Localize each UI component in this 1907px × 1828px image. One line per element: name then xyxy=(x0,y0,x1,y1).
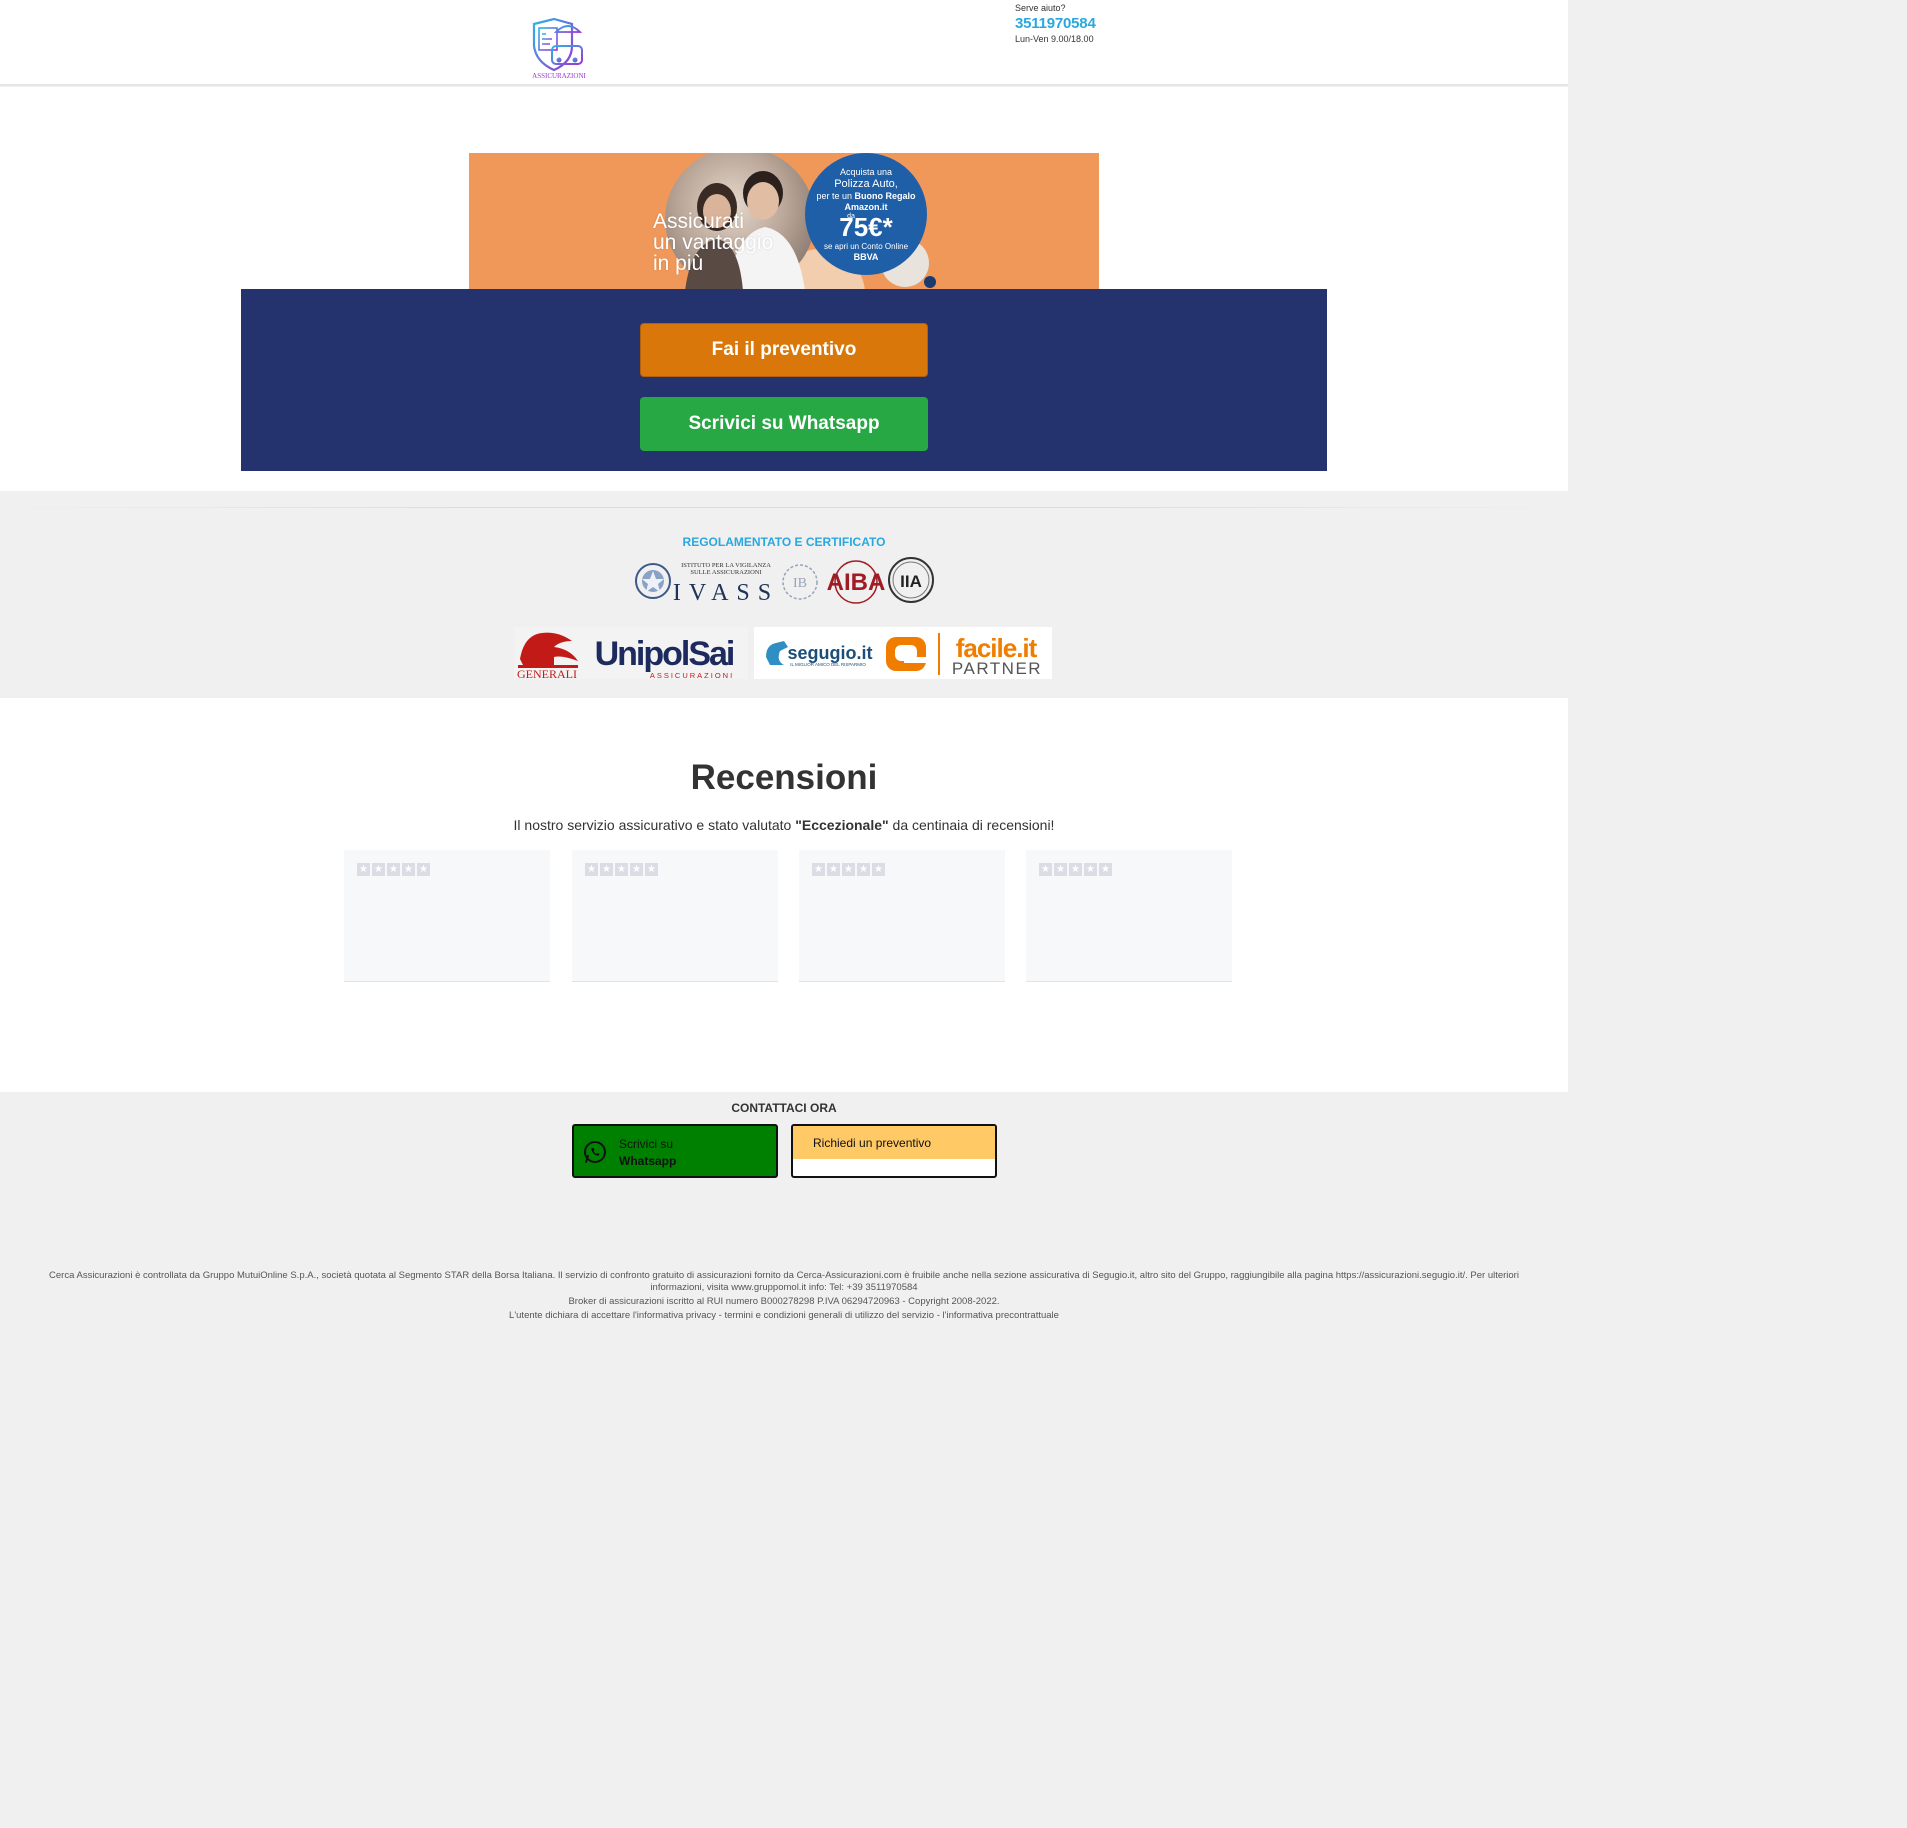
generali-logo-text: GENERALI xyxy=(517,667,577,679)
privacy-link[interactable]: l'informativa privacy xyxy=(633,1310,716,1321)
promo-text: Polizza Auto, xyxy=(834,178,898,190)
site-footer: Cerca Assicurazioni è controllata da Gru… xyxy=(30,1270,1538,1322)
site-header: ASSICURAZIONI Serve aiuto? 3511970584 Lu… xyxy=(0,0,1568,86)
promo-text: se apri un Conto Online xyxy=(823,242,909,251)
certifications-title: REGOLAMENTATO E CERTIFICATO xyxy=(682,535,886,549)
footer-broker-info: Broker di assicurazioni iscritto al RUI … xyxy=(568,1296,1000,1307)
banner-headline-line: un vantaggio xyxy=(653,231,774,254)
promo-text: per te un xyxy=(816,191,852,201)
ivass-sub-1: ISTITUTO PER LA VIGILANZA xyxy=(681,562,771,569)
aiba-logo-text: AIBA xyxy=(827,569,886,596)
banner-headline-line: Assicurati xyxy=(653,210,745,233)
footer-legal: L'utente dichiara di accettare l'informa… xyxy=(30,1310,1538,1322)
bank-seal-icon: IB xyxy=(782,564,818,600)
facile-chat-icon xyxy=(886,637,926,671)
reviews-subtitle-text: da centinaia di recensioni! xyxy=(888,817,1055,833)
reviews-title: Recensioni xyxy=(690,758,878,797)
ivass-emblem-icon xyxy=(635,563,671,599)
contact-whatsapp-line: Whatsapp xyxy=(619,1154,677,1168)
help-phone-link[interactable]: 3511970584 xyxy=(1015,15,1096,32)
terms-link[interactable]: termini e condizioni generali di utilizz… xyxy=(724,1310,934,1321)
banner-headline: Assicurati un vantaggio in più xyxy=(653,211,773,274)
promo-text: Buono Regalo xyxy=(854,191,916,201)
help-contact: Serve aiuto? 3511970584 Lun-Ven 9.00/18.… xyxy=(1015,3,1096,44)
star-rating: ★ ★ ★ ★ ★ xyxy=(812,863,885,876)
promo-banner[interactable]: Assicurati un vantaggio in più Acquista … xyxy=(469,153,1099,289)
iia-logo-text: IIA xyxy=(900,572,922,591)
whatsapp-button[interactable]: Scrivici su Whatsapp xyxy=(640,397,928,451)
segugio-logo-text: segugio.it xyxy=(788,643,873,663)
footer-separator: - xyxy=(934,1310,943,1321)
star-icon: ★ xyxy=(872,863,885,876)
promo-text: Acquista una xyxy=(839,167,893,177)
certification-logos: ISTITUTO PER LA VIGILANZA SULLE ASSICURA… xyxy=(634,556,936,606)
star-icon: ★ xyxy=(1084,863,1097,876)
facile-sub-text: PARTNER xyxy=(952,659,1042,678)
star-icon: ★ xyxy=(600,863,613,876)
cta-section: Fai il preventivo Scrivici su Whatsapp xyxy=(241,289,1327,471)
reviews-rating-word: "Eccezionale" xyxy=(795,817,889,833)
star-icon: ★ xyxy=(812,863,825,876)
logo-text: ASSICURAZIONI xyxy=(532,72,586,80)
aiba-logo-icon: AIBA xyxy=(827,560,886,604)
help-hours: Lun-Ven 9.00/18.00 xyxy=(1015,34,1094,44)
star-icon: ★ xyxy=(417,863,430,876)
review-card[interactable]: ★ ★ ★ ★ ★ xyxy=(572,850,778,982)
svg-text:IB: IB xyxy=(793,576,807,591)
segugio-sub-text: IL MIGLIOR AMICO DEL RISPARMIO xyxy=(790,662,866,667)
precontract-link[interactable]: l'informativa precontrattuale xyxy=(943,1310,1059,1321)
star-icon: ★ xyxy=(842,863,855,876)
star-icon: ★ xyxy=(402,863,415,876)
ivass-sub-2: SULLE ASSICURAZIONI xyxy=(690,569,761,576)
review-card[interactable]: ★ ★ ★ ★ ★ xyxy=(799,850,1005,982)
star-icon: ★ xyxy=(372,863,385,876)
star-icon: ★ xyxy=(827,863,840,876)
star-icon: ★ xyxy=(585,863,598,876)
review-card[interactable]: ★ ★ ★ ★ ★ xyxy=(344,850,550,982)
star-icon: ★ xyxy=(1099,863,1112,876)
reviews-subtitle-text: Il nostro servizio assicurativo e stato … xyxy=(513,817,796,833)
promo-text: BBVA xyxy=(853,252,879,262)
banner-promo-badge: Acquista una Polizza Auto, per te un Buo… xyxy=(805,153,927,275)
help-label: Serve aiuto? xyxy=(1015,3,1066,13)
star-rating: ★ ★ ★ ★ ★ xyxy=(357,863,430,876)
iia-logo-icon: IIA xyxy=(888,557,934,603)
contact-quote-label: Richiedi un preventivo xyxy=(813,1136,932,1150)
contact-whatsapp-line: Scrivici su xyxy=(619,1137,674,1151)
review-card[interactable]: ★ ★ ★ ★ ★ xyxy=(1026,850,1232,982)
unipolsai-logo-text: UnipolSai xyxy=(595,635,734,673)
promo-text: per te un Buono Regalo xyxy=(805,191,927,202)
footer-legal-text: L'utente dichiara di accettare xyxy=(509,1310,633,1321)
unipolsai-sub-text: ASSICURAZIONI xyxy=(650,671,734,679)
whatsapp-icon xyxy=(584,1141,606,1163)
footer-company-info: Cerca Assicurazioni è controllata da Gru… xyxy=(49,1270,1519,1293)
star-icon: ★ xyxy=(630,863,643,876)
star-rating: ★ ★ ★ ★ ★ xyxy=(1039,863,1112,876)
star-icon: ★ xyxy=(857,863,870,876)
promo-amount: 75€* xyxy=(839,212,893,242)
contact-whatsapp-label: Scrivici su Whatsapp xyxy=(619,1136,676,1170)
partner-logos: GENERALI UnipolSai ASSICURAZIONI segugio… xyxy=(514,627,1052,681)
star-icon: ★ xyxy=(387,863,400,876)
banner-decoration-dot xyxy=(924,276,936,288)
contact-title: CONTATTACI ORA xyxy=(731,1101,837,1115)
star-icon: ★ xyxy=(357,863,370,876)
star-rating: ★ ★ ★ ★ ★ xyxy=(585,863,658,876)
star-icon: ★ xyxy=(1069,863,1082,876)
star-icon: ★ xyxy=(615,863,628,876)
ivass-logo-text: IVASS xyxy=(673,580,779,606)
star-icon: ★ xyxy=(1039,863,1052,876)
star-icon: ★ xyxy=(645,863,658,876)
contact-quote-button[interactable]: Richiedi un preventivo xyxy=(791,1124,997,1178)
site-logo[interactable]: ASSICURAZIONI xyxy=(528,16,588,84)
banner-headline-line: in più xyxy=(653,252,704,275)
reviews-subtitle: Il nostro servizio assicurativo e stato … xyxy=(0,817,1568,833)
get-quote-button[interactable]: Fai il preventivo xyxy=(640,323,928,377)
section-divider xyxy=(0,507,1568,508)
contact-whatsapp-button[interactable]: Scrivici su Whatsapp xyxy=(572,1124,778,1178)
star-icon: ★ xyxy=(1054,863,1067,876)
